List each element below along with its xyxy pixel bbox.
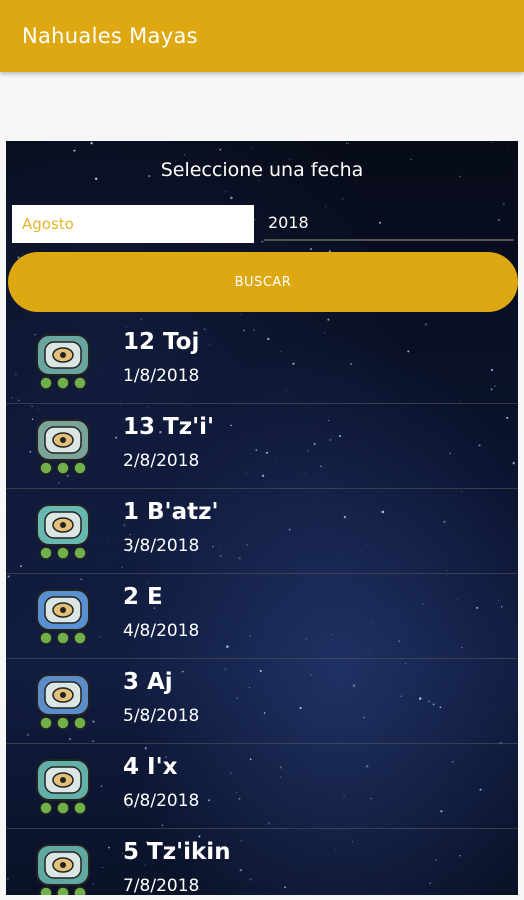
ix-glyph-icon — [36, 759, 90, 815]
nahual-title: 2 E — [123, 584, 163, 610]
nahual-date: 4/8/2018 — [123, 621, 200, 641]
search-button[interactable]: BUSCAR — [8, 252, 518, 312]
list-item[interactable]: 1 B'atz' 3/8/2018 — [6, 489, 518, 574]
list-item[interactable]: 3 Aj 5/8/2018 — [6, 659, 518, 744]
list-item[interactable]: 2 E 4/8/2018 — [6, 574, 518, 659]
aj-glyph-icon — [36, 674, 90, 730]
e-glyph-icon — [36, 589, 90, 645]
date-search-panel: Seleccione una fecha BUSCAR 12 Toj 1/8/20… — [6, 141, 518, 895]
nahual-list: 12 Toj 1/8/2018 13 Tz'i' 2/8/2018 1 B'atz' 3/… — [6, 319, 518, 895]
nahual-date: 3/8/2018 — [123, 536, 200, 556]
batz-glyph-icon — [36, 504, 90, 560]
nahual-title: 1 B'atz' — [123, 499, 219, 525]
nahual-date: 2/8/2018 — [123, 451, 200, 471]
nahual-date: 6/8/2018 — [123, 791, 200, 811]
nahual-title: 5 Tz'ikin — [123, 839, 231, 865]
nahual-date: 1/8/2018 — [123, 366, 200, 386]
app-title: Nahuales Mayas — [22, 24, 198, 48]
list-item[interactable]: 12 Toj 1/8/2018 — [6, 319, 518, 404]
nahual-date: 5/8/2018 — [123, 706, 200, 726]
list-item[interactable]: 4 I'x 6/8/2018 — [6, 744, 518, 829]
toj-glyph-icon — [36, 334, 90, 390]
select-date-heading: Seleccione una fecha — [160, 159, 364, 181]
app-bar: Nahuales Mayas — [0, 0, 524, 72]
month-field[interactable] — [12, 205, 254, 243]
nahual-title: 13 Tz'i' — [123, 414, 215, 440]
tzi-glyph-icon — [36, 419, 90, 475]
year-field[interactable] — [264, 205, 514, 241]
list-item[interactable]: 13 Tz'i' 2/8/2018 — [6, 404, 518, 489]
nahual-date: 7/8/2018 — [123, 876, 200, 895]
nahual-title: 3 Aj — [123, 669, 173, 695]
nahual-title: 12 Toj — [123, 329, 200, 355]
tzikin-glyph-icon — [36, 844, 90, 895]
nahual-title: 4 I'x — [123, 754, 178, 780]
list-item[interactable]: 5 Tz'ikin 7/8/2018 — [6, 829, 518, 895]
